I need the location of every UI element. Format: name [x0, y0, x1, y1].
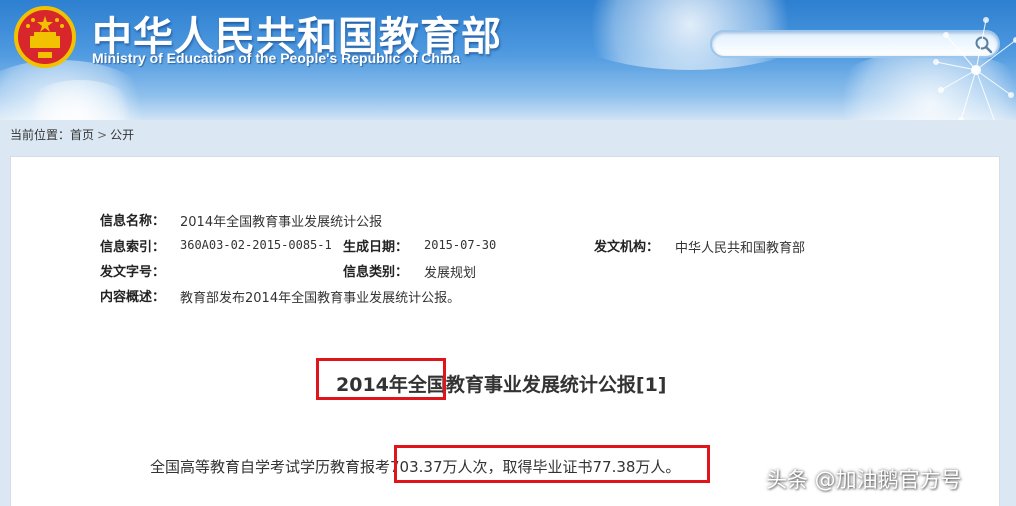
meta-date-value: 2015-07-30: [424, 238, 497, 252]
meta-date-label: 生成日期：: [343, 240, 409, 255]
watermark-text: 头条 @加油鹅官方号: [766, 468, 962, 492]
breadcrumb-item-home[interactable]: 首页: [70, 128, 94, 142]
meta-docno-label: 发文字号：: [100, 265, 166, 280]
national-emblem-icon[interactable]: [14, 6, 76, 68]
breadcrumb: 当前位置：首页 > 公开: [10, 126, 134, 144]
meta-category-label: 信息类别：: [343, 265, 409, 280]
meta-index-value: 360A03-02-2015-0085-1: [180, 238, 332, 252]
site-header: 中华人民共和国教育部 Ministry of Education of the …: [0, 0, 1016, 120]
meta-name-value: 2014年全国教育事业发展统计公报: [180, 215, 383, 230]
meta-index-label: 信息索引：: [100, 240, 166, 255]
highlight-box-figures: [394, 445, 710, 483]
breadcrumb-prefix: 当前位置：: [10, 128, 71, 142]
dandelion-decoration: [933, 17, 1016, 120]
meta-category-value: 发展规划: [424, 266, 477, 281]
breadcrumb-item-public[interactable]: 公开: [110, 128, 134, 142]
meta-summary-value: 教育部发布2014年全国教育事业发展统计公报。: [180, 291, 461, 306]
meta-issuer-value: 中华人民共和国教育部: [675, 241, 806, 256]
meta-summary-label: 内容概述：: [100, 290, 166, 305]
breadcrumb-separator: >: [97, 127, 108, 142]
highlight-box-title: [316, 358, 446, 400]
site-title-en: Ministry of Education of the People's Re…: [92, 50, 461, 66]
meta-issuer-label: 发文机构：: [594, 240, 660, 255]
meta-name-label: 信息名称：: [100, 214, 166, 229]
